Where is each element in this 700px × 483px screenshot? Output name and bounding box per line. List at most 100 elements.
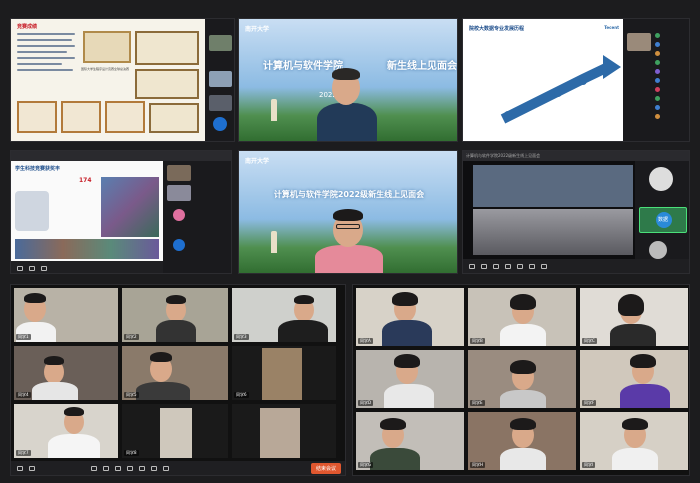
participant-video[interactable]: 同学1 [13, 287, 119, 343]
mic-button[interactable] [17, 465, 23, 471]
participant-video[interactable]: 同学A [355, 287, 465, 347]
slide-stat: 174 [79, 177, 92, 184]
participant-thumbnails [623, 19, 689, 141]
mic-button[interactable] [17, 265, 23, 271]
meeting-toolbar [11, 261, 163, 273]
tower-image [271, 231, 277, 253]
meeting-window-middle-left: 学生科技竞赛获奖丰 174 [10, 150, 232, 274]
meeting-window-middle-right: 计算机与软件学院2022级新生线上见面会 数据 [462, 150, 690, 274]
participant-video[interactable]: 同学H [467, 411, 577, 471]
participant-video[interactable]: 同学5 [121, 345, 229, 401]
window-title: 计算机与软件学院2022级新生线上见面会 [466, 153, 541, 158]
settings-button[interactable] [541, 263, 547, 269]
participant-thumbnail[interactable] [209, 71, 232, 87]
participant-video[interactable]: 同学3 [231, 287, 337, 343]
chat-button[interactable] [127, 465, 133, 471]
avatar[interactable] [649, 167, 673, 191]
slide-headline: 学生科技竞赛获奖丰 [15, 166, 61, 172]
trophy-image [15, 191, 49, 231]
participant-video[interactable]: 同学7 [13, 403, 119, 459]
participant-video[interactable]: 同学2 [121, 287, 229, 343]
certificate-image [135, 69, 199, 99]
participant-video[interactable]: 同学4 [13, 345, 119, 401]
avatar[interactable] [173, 239, 185, 251]
share-button[interactable] [41, 265, 47, 271]
members-button[interactable] [103, 465, 109, 471]
participant-thumbnails [163, 161, 231, 273]
certificate-image [135, 31, 199, 65]
certificate-image [149, 103, 199, 133]
certificate-image [61, 101, 101, 133]
participant-thumbnail[interactable] [209, 35, 232, 51]
certificate-image [17, 101, 57, 133]
participant-video[interactable]: 同学F [579, 349, 689, 409]
participant-list [655, 33, 687, 133]
certificate-image [105, 101, 145, 133]
record-button[interactable] [139, 465, 145, 471]
school-logo: 南开大学 [245, 158, 270, 165]
certificate-image [83, 31, 131, 63]
participant-video[interactable]: 同学E [467, 349, 577, 409]
participant-video[interactable]: 同学C [579, 287, 689, 347]
participant-video[interactable]: 同学B [467, 287, 577, 347]
glasses [336, 224, 360, 229]
meeting-window-top-right: 院校大数据专业发展历程 Tecent [462, 18, 690, 142]
camera-button[interactable] [29, 265, 35, 271]
gallery-left: 同学1 同学2 同学3 同学4 同学5 同学6 同学7 同学8 结束会议 [10, 284, 346, 476]
participant-thumbnail[interactable] [209, 95, 232, 111]
speaker-video [309, 197, 389, 273]
chat-button[interactable] [517, 263, 523, 269]
mic-button[interactable] [469, 263, 475, 269]
welcome-slide: 南开大学 计算机与软件学院2022级新生线上见面会 [239, 151, 457, 273]
end-meeting-button[interactable]: 结束会议 [310, 462, 341, 474]
school-logo: 南开大学 [245, 26, 270, 33]
participant-thumbnail[interactable] [167, 165, 191, 181]
security-button[interactable] [91, 465, 97, 471]
shared-screen [473, 165, 633, 207]
participant-video[interactable]: 同学I [579, 411, 689, 471]
participant-thumbnail[interactable] [627, 33, 651, 51]
welcome-slide: 南开大学 计算机与软件学院 新生线上见面会 2022 [239, 19, 457, 141]
participant-video[interactable] [231, 403, 337, 459]
members-button[interactable] [505, 263, 511, 269]
shared-slide: 学生科技竞赛获奖丰 174 [11, 161, 163, 261]
more-button[interactable] [163, 465, 169, 471]
meeting-window-top-center: 南开大学 计算机与软件学院 新生线上见面会 2022 [238, 18, 458, 142]
participant-thumbnails [205, 19, 234, 141]
share-button[interactable] [115, 465, 121, 471]
growth-arrow [500, 55, 621, 124]
camera-button[interactable] [29, 465, 35, 471]
meeting-toolbar: 结束会议 [11, 461, 345, 475]
window-titlebar: 计算机与软件学院2022级新生线上见面会 [463, 151, 689, 161]
apps-button[interactable] [151, 465, 157, 471]
meeting-window-middle-center: 南开大学 计算机与软件学院2022级新生线上见面会 [238, 150, 458, 274]
avatar[interactable] [649, 241, 667, 259]
meeting-toolbar [463, 259, 689, 273]
slide-header: 竞赛成绩 [17, 24, 38, 30]
shared-slide: 院校大数据专业发展历程 Tecent [463, 19, 623, 141]
shared-slide: 竞赛成绩 国际大学生程序设计竞赛全球总决赛 [11, 19, 205, 141]
tower-image [271, 99, 277, 121]
photo-strip [15, 239, 159, 259]
participant-thumbnails: 数据 [635, 161, 689, 261]
meeting-window-top-left: 竞赛成绩 国际大学生程序设计竞赛全球总决赛 [10, 18, 235, 142]
avatar[interactable] [173, 209, 185, 221]
share-button[interactable] [493, 263, 499, 269]
record-button[interactable] [529, 263, 535, 269]
photo-collage [101, 177, 159, 237]
slide-title-right: 新生线上见面会 [387, 61, 457, 72]
camera-button[interactable] [481, 263, 487, 269]
participant-active[interactable]: 数据 [639, 207, 687, 233]
participant-video[interactable]: 同学G [355, 411, 465, 471]
avatar[interactable] [213, 117, 227, 131]
slide-caption: 国际大学生程序设计竞赛全球总决赛 [81, 67, 130, 71]
participant-thumbnail[interactable] [167, 185, 191, 201]
participant-video[interactable]: 同学6 [231, 345, 337, 401]
speaker-video [307, 55, 387, 141]
participant-video[interactable]: 同学D [355, 349, 465, 409]
gallery-right: 同学A 同学B 同学C 同学D 同学E 同学F 同学G 同学H 同学I [352, 284, 690, 476]
meeting-room-video [473, 209, 633, 255]
window-titlebar [11, 151, 231, 161]
participant-video[interactable]: 同学8 [121, 403, 229, 459]
participant-label: 数据 [657, 217, 668, 223]
